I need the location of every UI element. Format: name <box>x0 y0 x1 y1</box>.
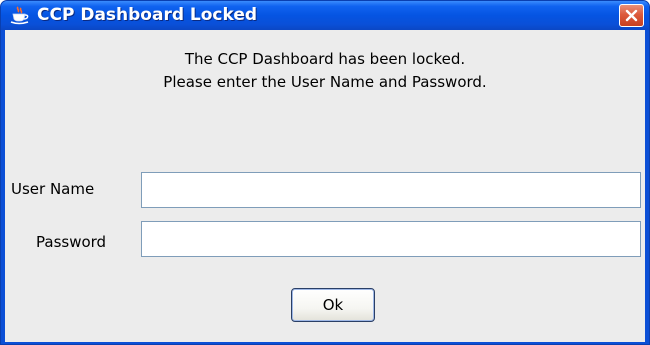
ok-button[interactable]: Ok <box>291 288 375 322</box>
dialog-window: CCP Dashboard Locked The CCP Dashboard h… <box>0 0 650 345</box>
lock-message-line-2: Please enter the User Name and Password. <box>163 73 487 91</box>
password-input[interactable] <box>141 221 641 257</box>
java-cup-icon <box>9 6 31 26</box>
lock-message-line-1: The CCP Dashboard has been locked. <box>184 50 466 68</box>
dialog-content: The CCP Dashboard has been locked. Pleas… <box>5 30 645 342</box>
window-title: CCP Dashboard Locked <box>37 5 258 25</box>
username-label: User Name <box>11 180 95 198</box>
lock-message: The CCP Dashboard has been locked. Pleas… <box>5 48 645 94</box>
close-button[interactable] <box>619 4 644 27</box>
username-input[interactable] <box>141 172 641 208</box>
title-bar[interactable]: CCP Dashboard Locked <box>1 1 649 30</box>
password-label: Password <box>36 233 107 251</box>
